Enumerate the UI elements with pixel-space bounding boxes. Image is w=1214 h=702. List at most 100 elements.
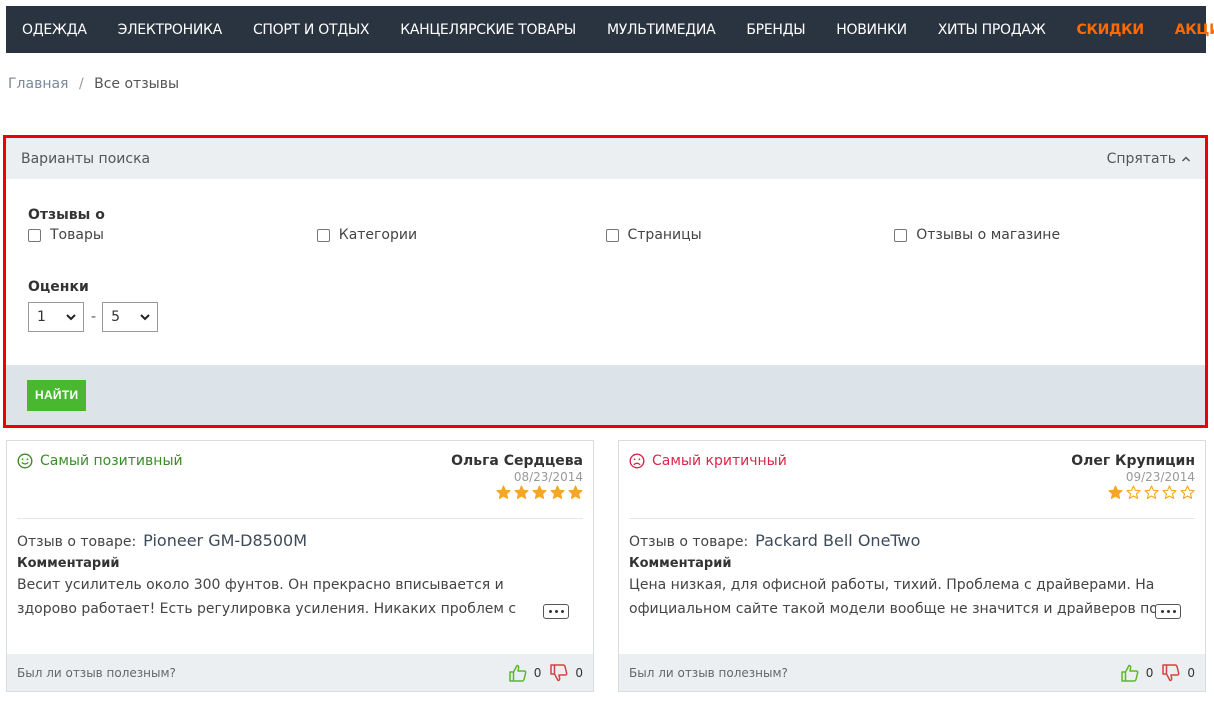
rating-range-dash: - [91,309,97,325]
breadcrumb-current: Все отзывы [94,76,179,92]
nav-item-brands[interactable]: БРЕНДЫ [746,22,805,38]
option-pages[interactable]: Страницы [605,227,895,243]
chevron-up-icon [1181,155,1191,162]
rating-to-value: 5 [111,309,120,325]
find-button[interactable]: НАЙТИ [27,379,87,411]
search-panel-title: Варианты поиска [21,150,151,167]
review-date: 09/23/2014 [1125,470,1195,484]
star-filled-icon [568,485,583,499]
products-checkbox[interactable] [28,228,41,242]
review-header: Самый позитивный Ольга Сердцева 08/23/20… [7,441,593,518]
search-panel-body: Отзывы о Товары Категории Страницы Отзыв… [6,179,1205,365]
thumbs-up-icon[interactable] [1120,663,1140,683]
badge-label: Самый критичный [652,453,787,469]
frown-icon [629,453,645,469]
option-products[interactable]: Товары [28,227,317,243]
review-type-options: Товары Категории Страницы Отзывы о магаз… [28,227,1183,243]
likes-count: 0 [1145,665,1154,680]
useful-question: Был ли отзыв полезным? [17,665,176,680]
review-footer: Был ли отзыв полезным? 0 0 [7,654,593,691]
hide-label: Спрятать [1106,150,1176,167]
review-footer: Был ли отзыв полезным? 0 0 [619,654,1205,691]
review-header: Самый критичный Олег Крупицин 09/23/2014 [619,441,1205,518]
breadcrumb: Главная / Все отзывы [8,76,179,92]
review-date: 08/23/2014 [513,470,583,484]
breadcrumb-separator: / [78,76,84,92]
categories-checkbox[interactable] [316,228,330,242]
review-about: Отзыв о товаре: Pioneer GM-D8500M [17,531,583,550]
star-empty-icon [1126,485,1141,499]
star-filled-icon [550,485,565,499]
dislikes-count: 0 [575,665,583,680]
thumbs-down-icon[interactable] [549,663,569,683]
author-name: Олег Крупицин [1071,453,1195,469]
rating-stars [1071,485,1195,500]
more-ellipsis-button[interactable] [543,604,569,619]
star-empty-icon [1144,485,1159,499]
comment-text: Цена низкая, для офисной работы, тихий. … [629,577,1168,617]
review-body: Отзыв о товаре: Pioneer GM-D8500M Коммен… [7,519,593,654]
chevron-down-icon [66,314,76,321]
hide-search-toggle[interactable]: Спрятать [1107,151,1191,167]
product-link[interactable]: Pioneer GM-D8500M [143,531,307,550]
rating-from-select[interactable]: 1 [28,302,84,332]
review-card-critical: Самый критичный Олег Крупицин 09/23/2014… [618,440,1206,692]
vote-controls: 0 0 [508,663,583,683]
review-card-positive: Самый позитивный Ольга Сердцева 08/23/20… [6,440,594,692]
nav-item-stationery[interactable]: КАНЦЕЛЯРСКИЕ ТОВАРЫ [400,22,576,38]
rating-from-value: 1 [37,309,46,325]
comment-label: Комментарий [629,556,732,571]
review-author: Ольга Сердцева 08/23/2014 [451,453,583,500]
star-empty-icon [1162,485,1177,499]
search-panel-footer: НАЙТИ [6,365,1205,425]
ratings-label: Оценки [28,279,89,295]
nav-item-sport[interactable]: СПОРТ И ОТДЫХ [253,22,370,38]
comment-label: Комментарий [17,556,120,571]
review-about-label: Отзыв о товаре: [17,534,137,550]
pages-label: Страницы [627,227,702,243]
author-name: Ольга Сердцева [451,453,583,469]
star-empty-icon [1180,485,1195,499]
review-body: Отзыв о товаре: Packard Bell OneTwo Комм… [619,519,1205,654]
nav-item-bestsellers[interactable]: ХИТЫ ПРОДАЖ [938,22,1046,38]
smile-icon [17,453,33,469]
thumbs-up-icon[interactable] [508,663,528,683]
more-ellipsis-button[interactable] [1155,604,1181,619]
comment-text: Весит усилитель около 300 фунтов. Он пре… [17,577,517,617]
categories-label: Категории [338,227,418,243]
nav-item-electronics[interactable]: ЭЛЕКТРОНИКА [118,22,223,38]
likes-count: 0 [533,665,542,680]
top-navigation: ОДЕЖДА ЭЛЕКТРОНИКА СПОРТ И ОТДЫХ КАНЦЕЛЯ… [6,6,1214,53]
rating-range: 1 - 5 [28,302,1183,332]
store-reviews-label: Отзывы о магазине [916,227,1061,243]
nav-item-discounts[interactable]: СКИДКИ [1076,22,1144,38]
breadcrumb-home-link[interactable]: Главная [8,76,68,92]
store-reviews-checkbox[interactable] [894,228,908,242]
review-about: Отзыв о товаре: Packard Bell OneTwo [629,531,1195,550]
rating-to-select[interactable]: 5 [102,302,159,332]
nav-item-new[interactable]: НОВИНКИ [836,22,907,38]
nav-item-multimedia[interactable]: МУЛЬТИМЕДИА [607,22,716,38]
search-panel-header: Варианты поиска Спрятать [6,138,1205,179]
product-link[interactable]: Packard Bell OneTwo [755,531,920,550]
thumbs-down-icon[interactable] [1161,663,1181,683]
star-filled-icon [532,485,547,499]
nav-item-promotions[interactable]: АКЦИИ [1175,22,1214,38]
star-filled-icon [496,485,511,499]
chevron-down-icon [140,314,150,321]
option-categories[interactable]: Категории [316,227,606,243]
products-label: Товары [50,227,104,243]
pages-checkbox[interactable] [605,228,619,242]
review-about-label: Отзыв о товаре: [629,534,749,550]
nav-item-clothing[interactable]: ОДЕЖДА [22,22,87,38]
star-filled-icon [1108,485,1123,499]
rating-stars [451,485,583,500]
badge-label: Самый позитивный [40,453,183,469]
option-store-reviews[interactable]: Отзывы о магазине [894,227,1183,243]
useful-question: Был ли отзыв полезным? [629,665,788,680]
reviews-about-label: Отзывы о [28,207,105,223]
star-filled-icon [514,485,529,499]
search-options-panel: Варианты поиска Спрятать Отзывы о Товары… [3,135,1208,428]
vote-controls: 0 0 [1120,663,1195,683]
dislikes-count: 0 [1187,665,1195,680]
